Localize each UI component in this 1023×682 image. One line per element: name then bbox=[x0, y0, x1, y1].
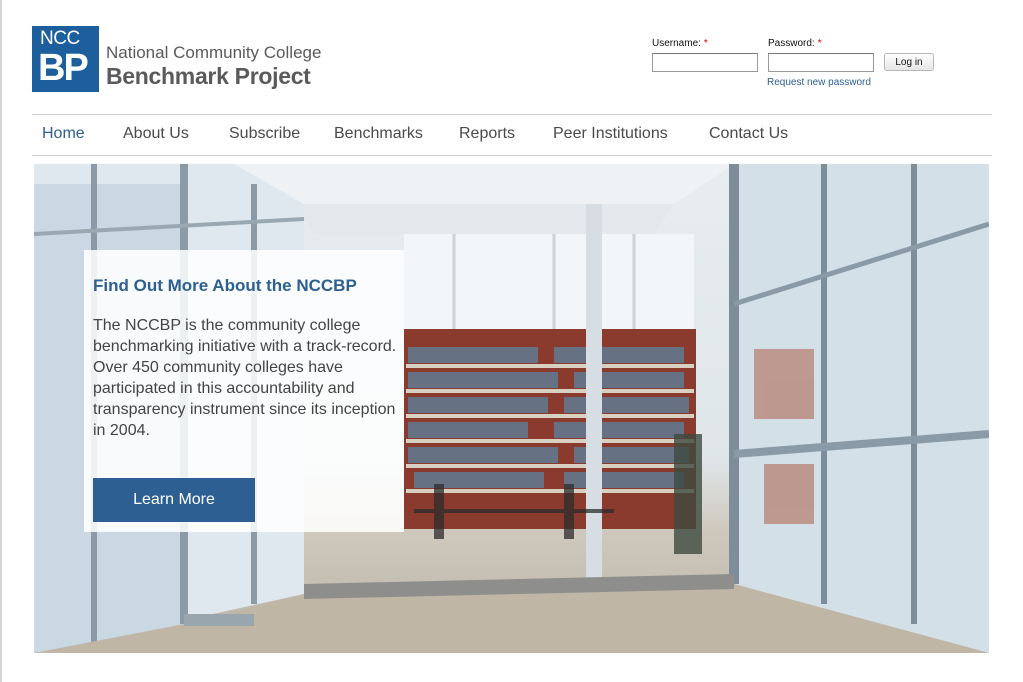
logo-big-text: BP bbox=[38, 47, 89, 89]
learn-more-button[interactable]: Learn More bbox=[93, 478, 255, 522]
nccbp-logo[interactable]: NCC BP bbox=[32, 26, 99, 92]
logo-title: Benchmark Project bbox=[106, 63, 311, 89]
username-label-text: Username: bbox=[652, 38, 701, 49]
required-mark: * bbox=[817, 38, 822, 49]
hero-card: Find Out More About the NCCBP The NCCBP … bbox=[84, 250, 404, 532]
nav-top-divider bbox=[32, 114, 992, 115]
username-label: Username: * bbox=[652, 38, 708, 50]
nav-item-contact-us[interactable]: Contact Us bbox=[709, 125, 788, 143]
request-password-link[interactable]: Request new password bbox=[767, 77, 871, 88]
nav-bottom-divider bbox=[32, 155, 992, 156]
logo-top-text: NCC bbox=[40, 28, 80, 49]
login-button[interactable]: Log in bbox=[884, 53, 934, 71]
password-label-text: Password: bbox=[768, 38, 815, 49]
nav-item-reports[interactable]: Reports bbox=[459, 125, 515, 143]
main-nav: Home About Us Subscribe Benchmarks Repor… bbox=[32, 116, 992, 154]
nav-item-benchmarks[interactable]: Benchmarks bbox=[334, 125, 423, 143]
nav-item-home[interactable]: Home bbox=[42, 125, 85, 143]
password-label: Password: * bbox=[768, 38, 822, 50]
username-input[interactable] bbox=[652, 53, 758, 72]
hero-banner: Find Out More About the NCCBP The NCCBP … bbox=[34, 164, 989, 653]
hero-title: Find Out More About the NCCBP bbox=[93, 276, 357, 295]
required-mark: * bbox=[703, 38, 708, 49]
nav-item-about-us[interactable]: About Us bbox=[123, 125, 189, 143]
nav-item-peer-institutions[interactable]: Peer Institutions bbox=[553, 125, 668, 143]
hero-text: The NCCBP is the community college bench… bbox=[93, 317, 397, 439]
nav-item-subscribe[interactable]: Subscribe bbox=[229, 125, 300, 143]
password-input[interactable] bbox=[768, 53, 874, 72]
logo-subtitle: National Community College bbox=[106, 43, 322, 62]
left-page-edge bbox=[0, 0, 2, 682]
